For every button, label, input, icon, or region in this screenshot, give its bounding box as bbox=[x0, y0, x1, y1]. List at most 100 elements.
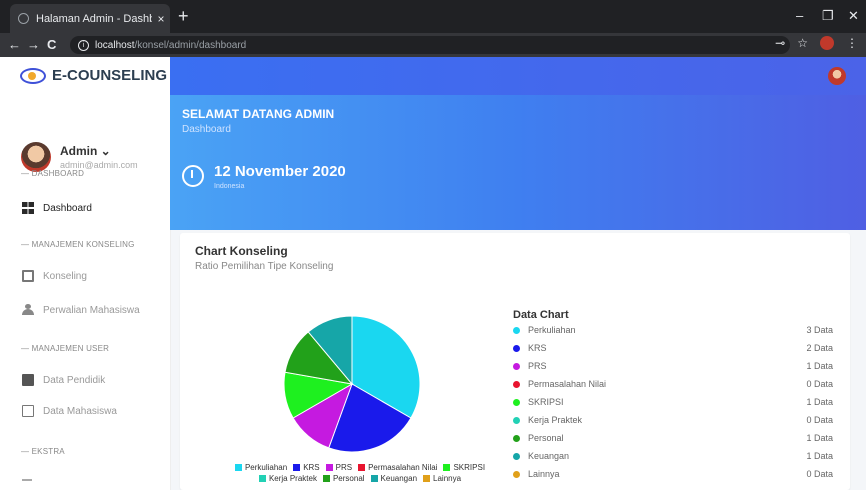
sidebar-item-data-pendidik[interactable]: Data Pendidik bbox=[22, 374, 105, 386]
category-dot bbox=[513, 380, 520, 388]
sidebar-item-data-mahasiswa[interactable]: Data Mahasiswa bbox=[22, 405, 117, 417]
category-count: 0 Data bbox=[806, 469, 833, 479]
data-chart-row: Permasalahan Nilai 0 Data bbox=[513, 377, 833, 391]
bookmark-star-icon[interactable]: ☆ bbox=[797, 36, 808, 50]
legend-item[interactable]: SKRIPSI bbox=[443, 462, 485, 473]
brand-logo-icon bbox=[20, 67, 46, 84]
category-dot bbox=[513, 452, 520, 460]
data-chart-row: Perkuliahan 3 Data bbox=[513, 323, 833, 337]
welcome-title: SELAMAT DATANG ADMIN bbox=[182, 107, 335, 121]
legend-swatch bbox=[358, 464, 366, 471]
user-name[interactable]: Admin ⌄ bbox=[60, 144, 138, 158]
category-dot bbox=[513, 344, 520, 352]
book-icon bbox=[22, 270, 34, 282]
category-name: KRS bbox=[528, 343, 547, 353]
category-count: 1 Data bbox=[806, 433, 833, 443]
category-count: 1 Data bbox=[806, 397, 833, 407]
sidebar-item-perwalian-mahasiswa[interactable]: Perwalian Mahasiswa bbox=[22, 304, 140, 316]
data-chart-row: SKRIPSI 1 Data bbox=[513, 395, 833, 409]
info-icon[interactable]: i bbox=[78, 39, 89, 51]
forward-button[interactable]: → bbox=[27, 36, 40, 54]
legend-item[interactable]: Perkuliahan bbox=[234, 462, 288, 473]
legend-swatch bbox=[258, 475, 266, 482]
avatar bbox=[21, 142, 51, 172]
legend-label: Lainnya bbox=[433, 474, 462, 483]
legend-swatch bbox=[234, 464, 242, 471]
data-chart-row: KRS 2 Data bbox=[513, 341, 833, 355]
sidebar-item-ekstra[interactable] bbox=[22, 479, 32, 481]
clock-icon bbox=[182, 165, 204, 187]
legend-item[interactable]: Kerja Praktek bbox=[258, 473, 317, 484]
legend-item[interactable]: Permasalahan Nilai bbox=[358, 462, 437, 473]
legend-swatch bbox=[293, 464, 301, 471]
page-loading-icon bbox=[18, 13, 29, 24]
category-count: 2 Data bbox=[806, 343, 833, 353]
current-date: 12 November 2020 bbox=[214, 163, 346, 180]
legend-swatch bbox=[322, 475, 330, 482]
welcome-banner: SELAMAT DATANG ADMIN Dashboard 12 Novemb… bbox=[170, 95, 866, 230]
legend-swatch bbox=[325, 464, 333, 471]
legend-label: Keuangan bbox=[380, 474, 418, 483]
sidebar-item-label: Konseling bbox=[43, 270, 87, 282]
close-window-button[interactable]: ✕ bbox=[848, 6, 859, 26]
category-count: 1 Data bbox=[806, 361, 833, 371]
legend-label: PRS bbox=[335, 463, 353, 472]
category-name: Lainnya bbox=[528, 469, 560, 479]
data-chart-row: Keuangan 1 Data bbox=[513, 449, 833, 463]
legend-label: Permasalahan Nilai bbox=[368, 463, 438, 472]
reload-button[interactable]: C bbox=[47, 36, 56, 54]
new-tab-button[interactable]: + bbox=[178, 6, 189, 26]
category-name: PRS bbox=[528, 361, 547, 371]
category-name: SKRIPSI bbox=[528, 397, 564, 407]
url-path: /konsel/admin/dashboard bbox=[134, 39, 247, 51]
user-profile[interactable]: Admin ⌄ admin@admin.com bbox=[21, 142, 138, 172]
browser-tab[interactable]: Halaman Admin - Dashboard × bbox=[10, 4, 170, 33]
welcome-subtitle: Dashboard bbox=[182, 124, 231, 135]
legend-label: Kerja Praktek bbox=[268, 474, 317, 483]
legend-item[interactable]: PRS bbox=[325, 462, 353, 473]
legend-label: Perkuliahan bbox=[244, 463, 288, 472]
legend-item[interactable]: Keuangan bbox=[370, 473, 418, 484]
maximize-button[interactable]: ❐ bbox=[822, 6, 834, 26]
sidebar: E-COUNSELING Admin ⌄ admin@admin.com — D… bbox=[0, 57, 171, 490]
legend-label: KRS bbox=[303, 463, 320, 472]
top-navbar bbox=[170, 57, 866, 95]
date-locale: Indonesia bbox=[214, 183, 245, 190]
category-name: Keuangan bbox=[528, 451, 570, 461]
dashboard-icon bbox=[22, 202, 34, 214]
legend-swatch bbox=[443, 464, 451, 471]
back-button[interactable]: ← bbox=[8, 36, 21, 54]
category-count: 1 Data bbox=[806, 451, 833, 461]
key-icon[interactable]: ⊸ bbox=[775, 36, 785, 50]
section-manajemen-konseling: — MANAJEMEN KONSELING bbox=[21, 240, 135, 249]
sidebar-item-label: Data Pendidik bbox=[43, 374, 106, 386]
category-count: 0 Data bbox=[806, 415, 833, 425]
data-chart-title: Data Chart bbox=[513, 309, 569, 321]
category-dot bbox=[513, 362, 520, 370]
category-dot bbox=[513, 416, 520, 424]
brand[interactable]: E-COUNSELING bbox=[20, 67, 167, 84]
legend-item[interactable]: Personal bbox=[322, 473, 365, 484]
legend-item[interactable]: KRS bbox=[293, 462, 320, 473]
category-dot bbox=[513, 434, 520, 442]
navbar-avatar[interactable] bbox=[828, 67, 846, 85]
legend-swatch bbox=[423, 475, 431, 482]
data-chart-row: PRS 1 Data bbox=[513, 359, 833, 373]
url-field[interactable]: i localhost /konsel/admin/dashboard bbox=[70, 36, 790, 54]
sidebar-item-dashboard[interactable]: Dashboard bbox=[22, 202, 92, 214]
section-manajemen-user: — MANAJEMEN USER bbox=[21, 344, 110, 353]
tab-close-button[interactable]: × bbox=[152, 12, 170, 26]
legend-item[interactable]: Lainnya bbox=[423, 473, 461, 484]
legend-label: SKRIPSI bbox=[453, 463, 486, 472]
sidebar-item-konseling[interactable]: Konseling bbox=[22, 270, 87, 282]
category-dot bbox=[513, 398, 520, 406]
more-menu-icon[interactable]: ⋮ bbox=[846, 36, 858, 50]
chart-card: Chart Konseling Ratio Pemilihan Tipe Kon… bbox=[180, 233, 850, 490]
category-name: Kerja Praktek bbox=[528, 415, 583, 425]
category-name: Personal bbox=[528, 433, 564, 443]
tab-title: Halaman Admin - Dashboard bbox=[36, 12, 152, 25]
browser-tab-strip: Halaman Admin - Dashboard × + – ❐ ✕ bbox=[0, 0, 866, 33]
profile-avatar-icon[interactable] bbox=[820, 36, 834, 50]
minimize-button[interactable]: – bbox=[796, 6, 803, 26]
category-count: 3 Data bbox=[806, 325, 833, 335]
